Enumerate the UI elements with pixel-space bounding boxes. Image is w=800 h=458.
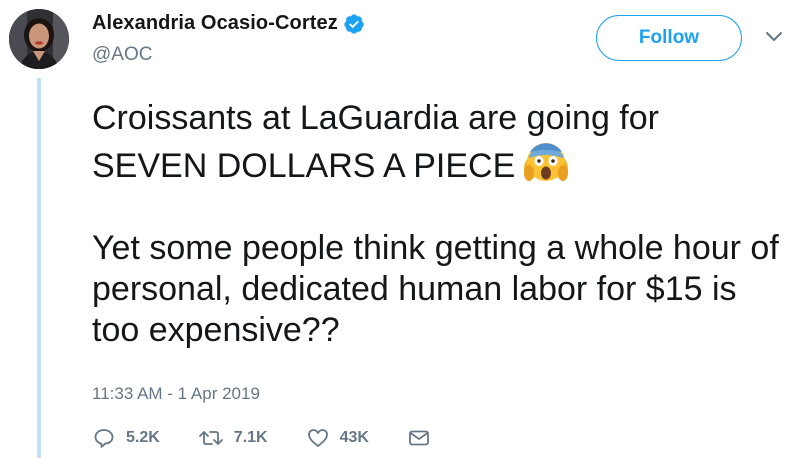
tweet-line: SEVEN DOLLARS A PIECE [92,147,516,185]
follow-button[interactable]: Follow [596,15,742,61]
thread-line [37,78,41,458]
display-name[interactable]: Alexandria Ocasio-Cortez [92,12,338,35]
tweet-actions: 5.2K 7.1K 43K [92,426,479,450]
retweet-icon [198,431,223,445]
retweet-action[interactable]: 7.1K [198,426,268,450]
verified-badge-icon [343,13,365,35]
heart-icon [307,429,328,447]
tweet-line: Croissants at LaGuardia are going for [92,99,659,137]
envelope-icon [409,430,429,446]
tweet-card: Alexandria Ocasio-Cortez @AOC Follow Cro… [0,0,800,458]
chevron-down-icon[interactable] [764,30,784,44]
avatar[interactable] [9,9,69,69]
user-name-row: Alexandria Ocasio-Cortez [92,12,365,35]
direct-message-action[interactable] [407,426,441,450]
reply-icon [94,429,114,448]
tweet-timestamp[interactable]: 11:33 AM - 1 Apr 2019 [92,384,260,404]
reply-action[interactable]: 5.2K [92,426,160,450]
reply-count: 5.2K [126,429,160,446]
retweet-count: 7.1K [233,429,268,446]
tweet-paragraph-2: Yet some people think getting a whole ho… [92,229,779,349]
like-action[interactable]: 43K [306,426,369,450]
tweet-paragraph-1: Croissants at LaGuardia are going for SE… [92,98,782,187]
user-handle[interactable]: @AOC [92,44,152,66]
face-screaming-in-fear-icon [523,139,569,185]
profile-photo-icon [9,9,69,69]
tweet-text: Croissants at LaGuardia are going for SE… [92,98,782,351]
like-count: 43K [339,429,369,446]
